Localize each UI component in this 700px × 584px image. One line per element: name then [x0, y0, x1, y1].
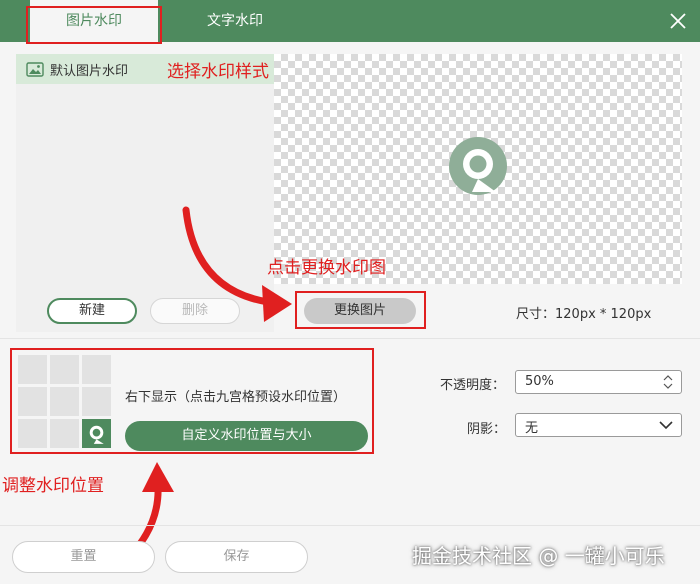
- grid-cell[interactable]: [50, 419, 79, 448]
- annotation-change-image: 点击更换水印图: [267, 258, 386, 278]
- grid-cell[interactable]: [18, 355, 47, 384]
- title-bar: 图片水印 文字水印: [0, 0, 700, 42]
- close-icon[interactable]: [670, 13, 686, 29]
- size-label: 尺寸：120px * 120px: [516, 307, 652, 322]
- corner-watermark: 掘金技术社区 @ 一罐小可乐: [412, 544, 665, 568]
- opacity-value: 50%: [525, 374, 554, 389]
- grid-cell[interactable]: [18, 419, 47, 448]
- watermark-logo-icon: [89, 425, 104, 444]
- grid-cell[interactable]: [50, 355, 79, 384]
- position-description: 右下显示（点击九宫格预设水印位置）: [125, 390, 347, 405]
- image-icon: [26, 61, 44, 77]
- shadow-value: 无: [525, 421, 539, 436]
- spin-arrows-icon[interactable]: [663, 374, 673, 390]
- new-button[interactable]: 新建: [47, 298, 137, 324]
- annotation-select-style: 选择水印样式: [167, 62, 269, 82]
- arrow-to-position-head: [142, 462, 174, 492]
- grid-cell[interactable]: [18, 387, 47, 416]
- grid-cell[interactable]: [82, 355, 111, 384]
- section-divider: [0, 338, 700, 339]
- change-image-button[interactable]: 更换图片: [304, 298, 416, 324]
- list-item-label: 默认图片水印: [50, 63, 129, 79]
- grid-cell[interactable]: [82, 387, 111, 416]
- grid-cell-selected[interactable]: [82, 419, 111, 448]
- tab-text-watermark[interactable]: 文字水印: [175, 0, 295, 42]
- grid-cell[interactable]: [50, 387, 79, 416]
- custom-position-size-button[interactable]: 自定义水印位置与大小: [125, 421, 368, 451]
- opacity-spinbox[interactable]: 50%: [515, 370, 682, 394]
- opacity-label: 不透明度：: [440, 378, 506, 393]
- annotation-adjust-position: 调整水印位置: [2, 476, 104, 496]
- watermark-preview: [274, 54, 682, 284]
- chevron-down-icon: [659, 421, 673, 430]
- position-grid: [18, 355, 112, 449]
- reset-button[interactable]: 重置: [12, 541, 155, 573]
- footer-divider: [0, 525, 700, 526]
- delete-button[interactable]: 删除: [150, 298, 240, 324]
- shadow-select[interactable]: 无: [515, 413, 682, 437]
- shadow-label: 阴影：: [467, 422, 507, 437]
- watermark-style-list: 默认图片水印: [16, 54, 274, 332]
- save-button[interactable]: 保存: [165, 541, 308, 573]
- tab-image-watermark[interactable]: 图片水印: [30, 0, 158, 42]
- watermark-logo-icon: [449, 137, 507, 195]
